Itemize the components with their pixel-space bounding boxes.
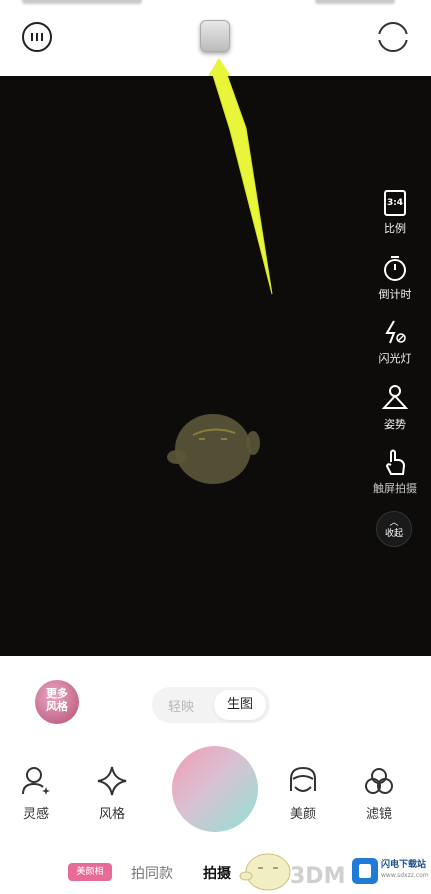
filter-button[interactable]: 滤镜	[351, 765, 407, 822]
flash-label: 闪光灯	[378, 352, 412, 365]
gallery-thumbnail[interactable]	[200, 20, 230, 52]
mascot-watermark-icon	[239, 853, 291, 891]
more-styles-label-2: 风格	[46, 700, 68, 713]
status-bar	[0, 0, 431, 6]
more-options-icon[interactable]	[22, 22, 52, 52]
style-label: 风格	[98, 807, 125, 822]
mascot-watermark-icon	[167, 414, 260, 484]
touch-hand-icon	[381, 448, 409, 476]
inspiration-icon	[20, 765, 52, 797]
beauty-label: 美颜	[289, 807, 316, 822]
collapse-button[interactable]: ︿ 收起	[376, 511, 412, 547]
mode-toggle[interactable]: 轻映 生图	[152, 687, 270, 723]
touch-shoot-tool[interactable]: 触屏拍摄	[360, 448, 430, 496]
timer-icon	[381, 254, 409, 282]
beauty-button[interactable]: 美颜	[275, 765, 331, 822]
shutter-button[interactable]	[172, 746, 258, 832]
tab-same-style[interactable]: 拍同款	[131, 863, 173, 883]
more-styles-button[interactable]: 更多 风格	[35, 680, 79, 724]
ratio-tool[interactable]: 3:4 比例	[360, 190, 430, 236]
more-styles-label-1: 更多	[46, 687, 68, 700]
ratio-label: 比例	[384, 222, 406, 235]
tab-shoot[interactable]: 拍摄	[203, 863, 231, 883]
ratio-icon: 3:4	[384, 190, 406, 216]
watermark-site-url: www.sdxzz.com	[381, 872, 429, 879]
mode-option-a[interactable]: 轻映	[168, 696, 194, 715]
camera-viewfinder[interactable]	[0, 76, 431, 656]
timer-tool[interactable]: 倒计时	[360, 254, 430, 302]
pose-label: 姿势	[384, 418, 406, 431]
site-logo-icon	[352, 858, 378, 884]
chevron-up-icon: ︿	[389, 518, 399, 528]
mode-badge[interactable]: 美颜相	[68, 863, 112, 881]
style-button[interactable]: 风格	[84, 765, 140, 822]
pose-icon	[381, 384, 409, 412]
flash-tool[interactable]: 闪光灯	[360, 318, 430, 366]
top-bar	[0, 0, 431, 76]
pose-tool[interactable]: 姿势	[360, 384, 430, 432]
inspiration-label: 灵感	[22, 807, 49, 822]
watermark-site-name: 闪电下载站	[381, 860, 427, 870]
filter-label: 滤镜	[365, 807, 392, 822]
touch-shoot-label: 触屏拍摄	[373, 482, 417, 495]
camera-switch-icon[interactable]	[377, 22, 409, 52]
watermark-3dm: 3DM	[290, 864, 346, 889]
face-icon	[287, 765, 319, 797]
inspiration-button[interactable]: 灵感	[8, 765, 64, 822]
timer-label: 倒计时	[378, 288, 412, 301]
filter-icon	[363, 765, 395, 797]
collapse-label: 收起	[384, 529, 403, 539]
flash-off-icon	[381, 318, 409, 346]
mode-option-b[interactable]: 生图	[214, 690, 266, 720]
sparkle-icon	[96, 765, 128, 797]
